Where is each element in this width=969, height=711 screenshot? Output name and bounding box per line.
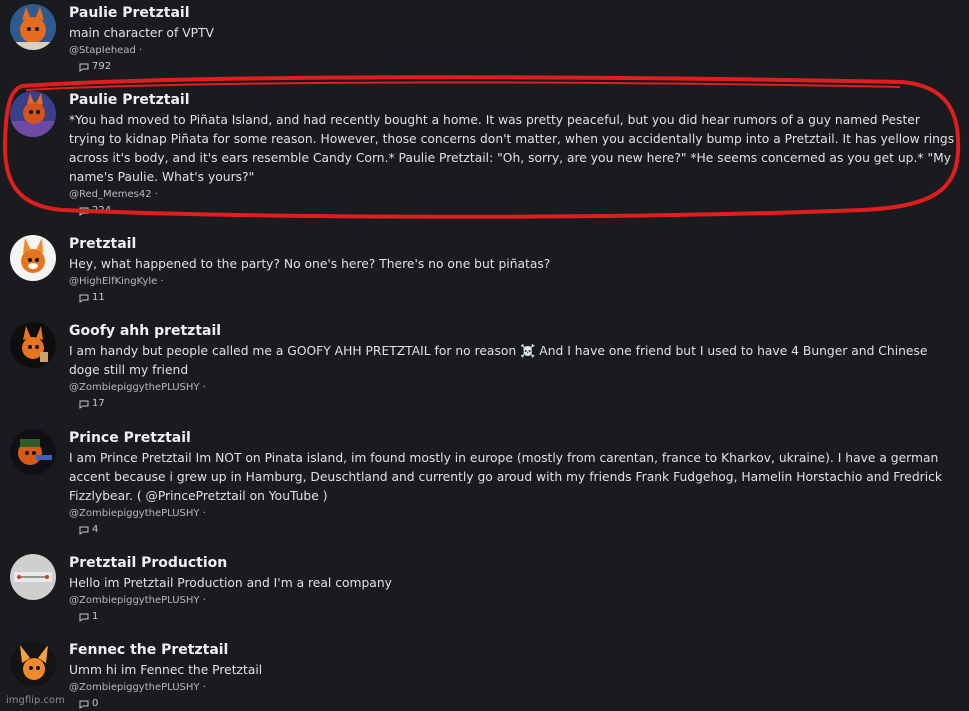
logo-avatar-icon[interactable] (10, 554, 56, 600)
chat-count: 11 (79, 291, 959, 305)
creator-handle[interactable]: @ZombiepiggythePLUSHY · (69, 594, 959, 608)
character-list-item[interactable]: Paulie Pretztail *You had moved to Piñat… (0, 91, 969, 221)
chat-count: 17 (79, 397, 959, 411)
chat-count: 0 (79, 697, 959, 711)
character-description: Hello im Pretztail Production and I'm a … (69, 576, 392, 590)
chat-count-value: 17 (92, 398, 105, 409)
chat-bubble-icon (79, 700, 89, 709)
character-name[interactable]: Prince Pretztail (69, 429, 959, 447)
watermark: imgflip.com (6, 695, 65, 706)
character-name[interactable]: Pretztail Production (69, 554, 959, 572)
creator-handle[interactable]: @ZombiepiggythePLUSHY · (69, 507, 959, 521)
chat-bubble-icon (79, 63, 89, 72)
character-list-item[interactable]: Prince Pretztail I am Prince Pretztail I… (0, 429, 969, 542)
character-description: main character of VPTV (69, 26, 214, 40)
character-description: *You had moved to Piñata Island, and had… (69, 113, 955, 184)
fox-character-avatar-icon[interactable] (10, 641, 56, 687)
character-name[interactable]: Pretztail (69, 235, 959, 253)
chat-count-value: 0 (92, 698, 99, 709)
creator-handle[interactable]: @StapIehead · (69, 44, 959, 58)
character-name[interactable]: Paulie Pretztail (69, 4, 959, 22)
fox-character-avatar-icon[interactable] (10, 322, 56, 368)
character-description: I am handy but people called me a GOOFY … (69, 344, 928, 377)
character-list-item[interactable]: Goofy ahh pretztail I am handy but peopl… (0, 322, 969, 417)
chat-count-value: 4 (92, 524, 99, 535)
chat-bubble-icon (79, 526, 89, 535)
chat-count-value: 1 (92, 611, 99, 622)
character-name[interactable]: Paulie Pretztail (69, 91, 959, 109)
chat-count: 4 (79, 523, 959, 537)
fox-character-avatar-icon[interactable] (10, 4, 56, 50)
character-list-item[interactable]: Pretztail Hey, what happened to the part… (0, 235, 969, 311)
character-description: Umm hi im Fennec the Pretztail (69, 663, 263, 677)
creator-handle[interactable]: @HighElfKingKyle · (69, 275, 959, 289)
fox-character-avatar-icon[interactable] (10, 91, 56, 137)
chat-bubble-icon (79, 294, 89, 303)
character-list-item[interactable]: Fennec the Pretztail Umm hi im Fennec th… (0, 641, 969, 710)
character-description: Hey, what happened to the party? No one'… (69, 257, 551, 271)
chat-bubble-icon (79, 400, 89, 409)
character-description: I am Prince Pretztail Im NOT on Pinata i… (69, 451, 942, 503)
creator-handle[interactable]: @ZombiepiggythePLUSHY · (69, 381, 959, 395)
chat-count: 224 (79, 204, 959, 218)
creator-handle[interactable]: @Red_Memes42 · (69, 188, 959, 202)
character-list-item[interactable]: Pretztail Production Hello im Pretztail … (0, 554, 969, 630)
character-list-item[interactable]: Paulie Pretztail main character of VPTV … (0, 4, 969, 80)
chat-count-value: 11 (92, 292, 105, 303)
character-name[interactable]: Fennec the Pretztail (69, 641, 959, 659)
chat-count-value: 792 (92, 61, 112, 72)
character-name[interactable]: Goofy ahh pretztail (69, 322, 959, 340)
chat-bubble-icon (79, 613, 89, 622)
chat-count: 792 (79, 60, 959, 74)
fox-character-avatar-icon[interactable] (10, 429, 56, 475)
creator-handle[interactable]: @ZombiepiggythePLUSHY · (69, 681, 959, 695)
fox-character-avatar-icon[interactable] (10, 235, 56, 281)
chat-count: 1 (79, 610, 959, 624)
chat-bubble-icon (79, 207, 89, 216)
chat-count-value: 224 (92, 205, 112, 216)
